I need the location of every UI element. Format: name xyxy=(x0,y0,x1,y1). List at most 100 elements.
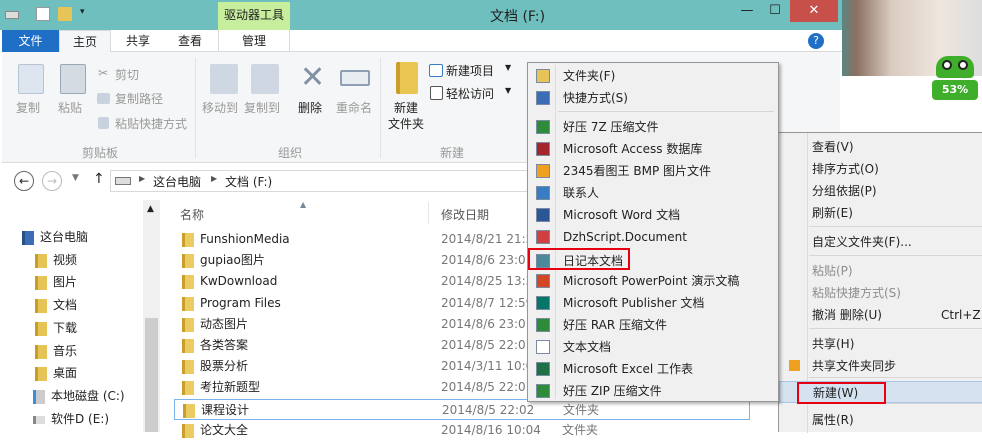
nav-music[interactable]: 音乐 xyxy=(35,341,77,361)
file-date: 2014/8/5 22:02 xyxy=(442,402,535,417)
easy-access-button[interactable]: 轻松访问 xyxy=(446,85,494,102)
context-menu-item[interactable]: 撤消 删除(U) Ctrl+Z xyxy=(779,304,982,326)
file-name: gupiao图片 xyxy=(200,253,265,268)
context-menu-item[interactable]: 共享(H) xyxy=(779,333,982,355)
file-type-icon xyxy=(536,230,550,244)
close-button[interactable]: ✕ xyxy=(790,0,838,22)
forward-button[interactable]: → xyxy=(42,171,62,191)
rename-icon xyxy=(340,70,370,86)
menu-separator xyxy=(809,328,982,329)
chevron-down-icon: ▼ xyxy=(505,63,512,72)
maximize-button[interactable]: ☐ xyxy=(760,0,790,22)
context-menu-item[interactable]: 粘贴快捷方式(S) xyxy=(779,282,982,304)
new-submenu-item[interactable]: DzhScript.Document xyxy=(530,226,778,248)
help-icon[interactable]: ? xyxy=(808,33,824,49)
file-name: 动态图片 xyxy=(200,316,249,331)
context-menu-item[interactable]: 查看(V) xyxy=(779,136,982,158)
cut-button[interactable]: 剪切 xyxy=(115,66,139,83)
file-type: 文件夹 xyxy=(563,402,600,417)
recent-locations-button[interactable]: ▼ xyxy=(72,173,79,183)
new-item-icon xyxy=(429,64,443,77)
breadcrumb-drive[interactable]: 文档 (F:) xyxy=(225,173,272,190)
file-row[interactable]: 论文大全 2014/8/16 10:04 文件夹 xyxy=(174,420,750,441)
copy-to-icon xyxy=(251,64,279,94)
back-button[interactable]: ← xyxy=(14,171,34,191)
new-submenu-item[interactable]: 文本文档 xyxy=(530,336,778,358)
nav-this-pc[interactable]: 这台电脑 xyxy=(22,227,88,247)
nav-documents[interactable]: 文档 xyxy=(35,295,77,315)
new-submenu-item[interactable]: Microsoft Word 文档 xyxy=(530,204,778,226)
nav-downloads[interactable]: 下载 xyxy=(35,318,77,338)
folder-icon xyxy=(183,403,195,418)
paste-shortcut-button[interactable]: 粘贴快捷方式 xyxy=(115,115,187,132)
new-folder-button-line1[interactable]: 新建 xyxy=(394,99,418,116)
new-item-button[interactable]: 新建项目 xyxy=(446,62,494,79)
nav-label: 桌面 xyxy=(53,366,78,380)
copy-to-button[interactable]: 复制到 xyxy=(244,99,280,116)
downloads-folder-icon xyxy=(35,321,47,336)
new-submenu-item[interactable]: 联系人 xyxy=(530,182,778,204)
nav-drive-e[interactable]: 软件D (E:) xyxy=(33,409,109,429)
tab-home[interactable]: 主页 xyxy=(59,30,111,53)
paste-button[interactable]: 粘贴 xyxy=(58,99,82,116)
tab-manage[interactable]: 管理 xyxy=(218,30,290,52)
nav-scrollbar-thumb[interactable] xyxy=(145,318,158,432)
context-menu-item[interactable]: 自定义文件夹(F)... xyxy=(779,231,982,253)
nav-pictures[interactable]: 图片 xyxy=(35,272,77,292)
new-submenu-item[interactable]: 日记本文档 xyxy=(528,248,630,270)
tab-file[interactable]: 文件 xyxy=(2,30,59,52)
copy-path-button[interactable]: 复制路径 xyxy=(115,90,163,107)
menu-item-shortcut: Ctrl+Z xyxy=(941,308,981,322)
new-submenu-item[interactable]: Microsoft Access 数据库 xyxy=(530,138,778,160)
tab-view[interactable]: 查看 xyxy=(167,30,213,52)
nav-drive-c[interactable]: 本地磁盘 (C:) xyxy=(33,386,125,406)
new-submenu-item[interactable]: 2345看图王 BMP 图片文件 xyxy=(530,160,778,182)
menu-item-label: 刷新(E) xyxy=(812,206,853,220)
nav-videos[interactable]: 视频 xyxy=(35,250,77,270)
up-button[interactable]: ↑ xyxy=(93,171,105,187)
column-header-name[interactable]: 名称 xyxy=(180,206,204,223)
delete-button[interactable]: 删除 xyxy=(298,99,322,116)
new-submenu-item[interactable]: 快捷方式(S) xyxy=(530,87,778,109)
new-submenu-item[interactable]: 好压 ZIP 压缩文件 xyxy=(530,380,778,402)
new-folder-button-line2[interactable]: 文件夹 xyxy=(388,115,424,132)
context-menu-item[interactable]: 刷新(E) xyxy=(779,202,982,224)
scroll-up-icon[interactable]: ▲ xyxy=(147,204,154,214)
column-header-date[interactable]: 修改日期 xyxy=(441,206,489,223)
new-submenu-item[interactable]: Microsoft PowerPoint 演示文稿 xyxy=(530,270,778,292)
speed-ball-widget[interactable]: 53% xyxy=(928,56,978,116)
context-menu-item[interactable]: 分组依据(P) xyxy=(779,180,982,202)
tab-share[interactable]: 共享 xyxy=(115,30,161,52)
file-date: 2014/8/7 12:59 xyxy=(441,295,534,310)
new-submenu-item[interactable]: Microsoft Publisher 文档 xyxy=(530,292,778,314)
file-type-icon xyxy=(536,296,550,310)
music-folder-icon xyxy=(35,344,47,359)
breadcrumb-this-pc[interactable]: 这台电脑 xyxy=(153,173,201,190)
nav-label: 软件D (E:) xyxy=(51,412,110,426)
minimize-button[interactable]: — xyxy=(732,0,762,22)
properties-icon[interactable] xyxy=(36,7,50,21)
nav-desktop[interactable]: 桌面 xyxy=(35,363,77,383)
context-menu-item[interactable]: 排序方式(O) xyxy=(779,158,982,180)
new-submenu-item[interactable]: 好压 RAR 压缩文件 xyxy=(530,314,778,336)
copy-button[interactable]: 复制 xyxy=(16,99,40,116)
file-type-icon xyxy=(536,164,550,178)
new-folder-quick-icon[interactable] xyxy=(58,7,72,21)
new-submenu-item[interactable]: 文件夹(F) xyxy=(530,65,778,87)
folder-icon xyxy=(182,275,194,290)
move-to-button[interactable]: 移动到 xyxy=(202,99,238,116)
context-menu-item[interactable]: 新建(W) xyxy=(779,381,982,404)
new-submenu-item[interactable]: Microsoft Excel 工作表 xyxy=(530,358,778,380)
column-divider[interactable] xyxy=(428,202,429,224)
context-menu-item[interactable]: 属性(R) xyxy=(779,409,982,431)
rename-button[interactable]: 重命名 xyxy=(336,99,372,116)
menu-item-label: 共享(H) xyxy=(812,337,855,351)
context-menu-item[interactable]: 共享文件夹同步 xyxy=(779,355,982,377)
new-submenu-item[interactable]: 好压 7Z 压缩文件 xyxy=(530,116,778,138)
ribbon-tabs: 文件 主页 共享 查看 管理 ? xyxy=(2,30,842,53)
customize-quick-access-icon[interactable]: ▾ xyxy=(80,7,85,17)
menu-item-label: 共享文件夹同步 xyxy=(812,359,897,373)
percent-badge: 53% xyxy=(932,80,978,100)
context-menu-item[interactable]: 粘贴(P) xyxy=(779,260,982,282)
eye-icon xyxy=(942,60,952,70)
